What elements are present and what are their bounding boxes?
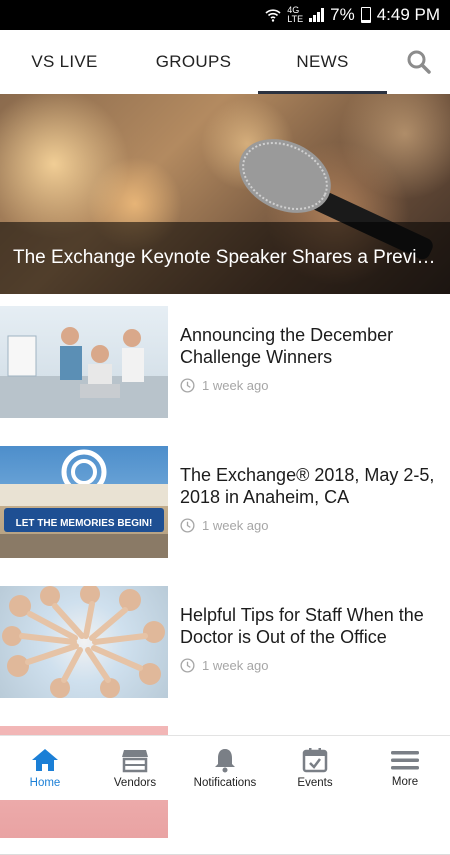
bell-icon — [215, 749, 235, 773]
battery-percent: 7% — [330, 5, 355, 24]
nav-notifications-label: Notifications — [193, 777, 257, 789]
wifi-icon — [265, 9, 281, 22]
news-time-label: 1 week ago — [202, 378, 269, 393]
tab-vs-live[interactable]: VS LIVE — [0, 30, 129, 94]
svg-text:LET THE MEMORIES BEGIN!: LET THE MEMORIES BEGIN! — [16, 518, 153, 529]
menu-icon — [391, 751, 419, 770]
news-item[interactable]: LET THE MEMORIES BEGIN! The Exchange® 20… — [0, 434, 450, 575]
featured-news-card[interactable]: The Exchange Keynote Speaker Shares a Pr… — [0, 94, 450, 294]
news-title: Announcing the December Challenge Winner… — [180, 325, 394, 367]
clock-icon — [180, 518, 195, 533]
store-icon — [122, 750, 148, 773]
status-bar: 4G LTE 7% 4:49 PM — [0, 0, 450, 30]
nav-vendors[interactable]: Vendors — [90, 736, 180, 800]
news-title: The Exchange® 2018, May 2-5, 2018 in Ana… — [180, 465, 435, 507]
bottom-navigation: Home Vendors Notifications Events More — [0, 735, 450, 800]
news-title: Helpful Tips for Staff When the Doctor i… — [180, 605, 424, 647]
tab-news[interactable]: NEWS — [258, 30, 387, 94]
news-timestamp: 1 week ago — [180, 518, 269, 533]
news-item[interactable]: Helpful Tips for Staff When the Doctor i… — [0, 574, 450, 715]
signal-icon — [309, 8, 325, 22]
nav-notifications[interactable]: Notifications — [180, 736, 270, 800]
home-icon — [32, 749, 58, 771]
clock-icon — [180, 658, 195, 673]
network-type-label: 4G LTE — [287, 5, 304, 24]
featured-news-title: The Exchange Keynote Speaker Shares a Pr… — [13, 247, 437, 268]
news-time-label: 1 week ago — [202, 658, 269, 673]
top-tabs: VS LIVE GROUPS NEWS — [0, 30, 450, 95]
status-time: 4:49 PM — [376, 5, 440, 24]
news-timestamp: 1 week ago — [180, 378, 269, 393]
news-time-label: 1 week ago — [202, 518, 269, 533]
battery-icon — [360, 7, 371, 23]
news-item[interactable]: Announcing the December Challenge Winner… — [0, 294, 450, 435]
nav-home-label: Home — [29, 777, 61, 789]
featured-news-title-bar: The Exchange Keynote Speaker Shares a Pr… — [0, 222, 450, 294]
news-thumbnail — [0, 586, 168, 698]
news-thumbnail: LET THE MEMORIES BEGIN! — [0, 446, 168, 558]
tab-groups[interactable]: GROUPS — [129, 30, 258, 94]
calendar-icon — [302, 748, 328, 773]
news-thumbnail — [0, 306, 168, 418]
nav-events-label: Events — [297, 777, 333, 789]
nav-more[interactable]: More — [360, 736, 450, 800]
nav-more-label: More — [391, 776, 419, 788]
search-button[interactable] — [387, 30, 450, 94]
nav-home[interactable]: Home — [0, 736, 90, 800]
news-timestamp: 1 week ago — [180, 658, 269, 673]
clock-icon — [180, 378, 195, 393]
search-icon — [407, 50, 431, 74]
nav-vendors-label: Vendors — [113, 777, 157, 789]
nav-events[interactable]: Events — [270, 736, 360, 800]
